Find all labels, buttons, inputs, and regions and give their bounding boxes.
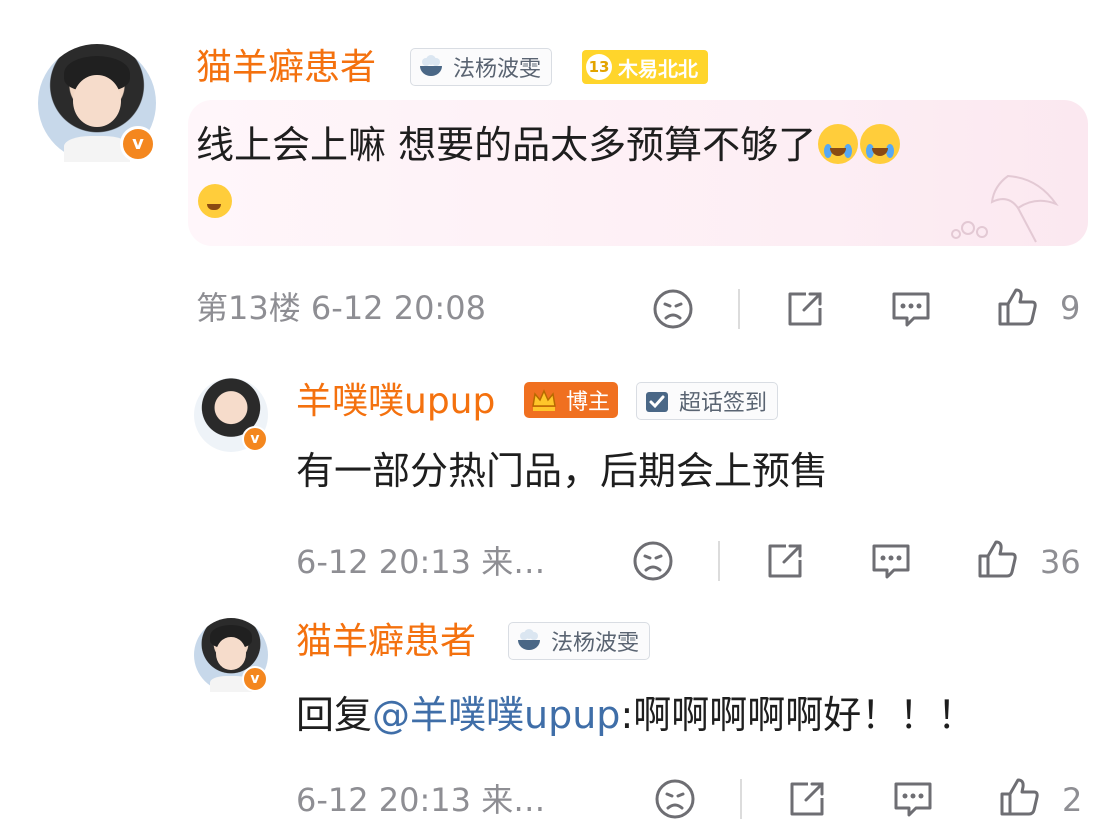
comment-icon[interactable] [868, 538, 914, 584]
source[interactable]: 来… [481, 781, 545, 819]
level-label: 木易北北 [618, 56, 698, 81]
dislike-face-icon[interactable] [652, 776, 698, 822]
timestamp: 6-12 20:13 [296, 543, 472, 581]
tag-label: 法杨波雯 [551, 631, 640, 656]
verified-badge-icon: v [242, 426, 268, 452]
crown-icon [532, 389, 556, 411]
checkin-tag[interactable]: 超话签到 [636, 382, 779, 420]
like-icon[interactable] [996, 774, 1042, 820]
comment-text: 回复@羊噗噗upup:啊啊啊啊啊好！！！ [296, 688, 975, 742]
timestamp: 6-12 20:13 [296, 781, 472, 819]
dislike-face-icon[interactable] [650, 286, 696, 332]
fan-group-tag[interactable]: 法杨波雯 [410, 48, 553, 86]
level-badge[interactable]: 13 木易北北 [582, 50, 708, 84]
avatar[interactable]: v [194, 378, 268, 452]
check-icon [646, 392, 668, 412]
rice-bowl-icon [518, 629, 540, 650]
sheepish-emoji-icon [198, 184, 232, 218]
verified-badge-icon: v [242, 666, 268, 692]
like-count: 36 [1040, 543, 1081, 581]
rice-bowl-icon [420, 55, 442, 76]
level-number: 13 [586, 54, 612, 80]
divider [738, 289, 740, 329]
like-count: 2 [1062, 781, 1083, 819]
like-count: 9 [1060, 289, 1081, 327]
crying-emoji-icon [818, 124, 859, 164]
comment-icon[interactable] [888, 286, 934, 332]
divider [718, 541, 720, 581]
fan-group-tag[interactable]: 法杨波雯 [508, 622, 651, 660]
crying-emoji-icon [860, 124, 901, 164]
author-tag[interactable]: 博主 [524, 382, 619, 418]
comment-body: 有一部分热门品，后期会上预售 [296, 449, 829, 493]
avatar[interactable]: v [38, 44, 156, 162]
comment-text: 线上会上嘛 想要的品太多预算不够了 [196, 118, 901, 172]
comment-icon[interactable] [890, 776, 936, 822]
tag-label: 法杨波雯 [453, 57, 542, 82]
share-icon[interactable] [782, 286, 828, 332]
comment-meta: 6-12 20:13 来… [296, 542, 545, 582]
avatar[interactable]: v [194, 618, 268, 692]
source[interactable]: 来… [481, 543, 545, 581]
like-icon[interactable] [994, 284, 1040, 330]
username[interactable]: 猫羊癖患者 [296, 620, 476, 664]
comment-text-line2 [196, 172, 232, 226]
divider [740, 779, 742, 819]
comment-meta: 6-12 20:13 来… [296, 780, 545, 820]
username[interactable]: 猫羊癖患者 [196, 46, 376, 90]
like-icon[interactable] [974, 536, 1020, 582]
comment-body: :啊啊啊啊啊好！！！ [620, 693, 976, 737]
comment-item: v 猫羊癖患者 法杨波雯 13 木易北北 线上会上嘛 想要的品太多预算不够了 第… [0, 0, 1120, 340]
reply-prefix: 回复 [296, 693, 373, 737]
verified-badge-icon: v [120, 126, 156, 162]
floor-number: 第13楼 [196, 289, 301, 327]
umbrella-decoration-icon [951, 174, 1059, 243]
comment-meta: 第13楼 6-12 20:08 [196, 288, 486, 328]
dislike-face-icon[interactable] [630, 538, 676, 584]
mention-link[interactable]: @羊噗噗upup [372, 693, 620, 737]
comment-body: 线上会上嘛 想要的品太多预算不够了 [196, 123, 817, 167]
share-icon[interactable] [784, 776, 830, 822]
tag-label: 博主 [566, 390, 611, 415]
share-icon[interactable] [762, 538, 808, 584]
tag-label: 超话签到 [679, 391, 768, 416]
username[interactable]: 羊噗噗upup [296, 380, 495, 424]
timestamp: 6-12 20:08 [310, 289, 486, 327]
